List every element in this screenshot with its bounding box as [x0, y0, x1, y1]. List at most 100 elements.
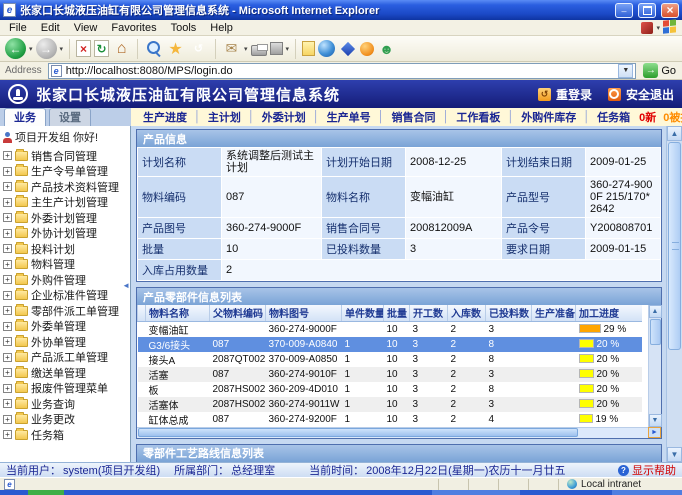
- expand-icon[interactable]: +: [3, 260, 12, 269]
- column-header[interactable]: 外委数: [518, 462, 564, 463]
- close-button[interactable]: [661, 3, 679, 18]
- sidebar-item-6[interactable]: +投料计划: [3, 241, 130, 257]
- sidebar-item-4[interactable]: +外委计划管理: [3, 210, 130, 226]
- page-scroll-thumb[interactable]: [668, 142, 681, 350]
- taskbar-button[interactable]: [432, 490, 520, 495]
- column-header[interactable]: 入库数: [448, 305, 486, 321]
- expand-icon[interactable]: +: [3, 275, 12, 284]
- search-icon[interactable]: [144, 39, 163, 58]
- mail-icon[interactable]: [222, 39, 241, 58]
- sidebar-item-15[interactable]: +报废件管理菜单: [3, 381, 130, 397]
- expand-icon[interactable]: +: [3, 229, 12, 238]
- expand-icon[interactable]: +: [3, 291, 12, 300]
- history-icon[interactable]: [188, 38, 209, 59]
- refresh-icon[interactable]: [94, 40, 109, 57]
- column-header[interactable]: 工序名称: [164, 462, 214, 463]
- sidebar-item-2[interactable]: +产品技术资料管理: [3, 179, 130, 195]
- column-header[interactable]: 开工数: [410, 305, 448, 321]
- column-header[interactable]: 批量: [384, 305, 410, 321]
- start-button[interactable]: [28, 490, 64, 495]
- scroll-right-icon[interactable]: ►: [648, 427, 661, 438]
- chevron-down-icon[interactable]: ▾: [244, 45, 248, 53]
- minimize-button[interactable]: [615, 3, 633, 18]
- sidebar-item-8[interactable]: +外购件管理: [3, 272, 130, 288]
- nav-item-3[interactable]: 生产单号: [327, 109, 371, 125]
- expand-icon[interactable]: +: [3, 213, 12, 222]
- expand-icon[interactable]: +: [3, 384, 12, 393]
- hscroll-thumb[interactable]: [138, 428, 578, 437]
- expand-icon[interactable]: +: [3, 198, 12, 207]
- show-help-link[interactable]: ? 显示帮助: [618, 462, 676, 477]
- scroll-up-icon[interactable]: ▲: [649, 305, 662, 318]
- sidebar-item-10[interactable]: +零部件派工单管理: [3, 303, 130, 319]
- sidebar-item-11[interactable]: +外委单管理: [3, 319, 130, 335]
- menu-file[interactable]: File: [2, 22, 34, 34]
- sidebar-item-1[interactable]: +生产令号单管理: [3, 164, 130, 180]
- bug-icon[interactable]: [360, 42, 374, 56]
- column-header[interactable]: 外协数: [636, 462, 662, 463]
- favorites-icon[interactable]: [166, 39, 185, 58]
- sidebar-item-13[interactable]: +产品派工单管理: [3, 350, 130, 366]
- sidebar-item-16[interactable]: +业务查询: [3, 396, 130, 412]
- sidebar-item-5[interactable]: +外协计划管理: [3, 226, 130, 242]
- sidebar-item-12[interactable]: +外协单管理: [3, 334, 130, 350]
- column-header[interactable]: 自加工开工数: [448, 462, 518, 463]
- scroll-down-icon[interactable]: ▼: [649, 414, 662, 427]
- sidebar-item-18[interactable]: +任务箱: [3, 427, 130, 443]
- parts-horizontal-scrollbar[interactable]: ►: [137, 427, 661, 438]
- menu-help[interactable]: Help: [203, 22, 240, 34]
- address-url[interactable]: http://localhost:8080/MPS/login.do: [66, 65, 615, 77]
- chevron-down-icon[interactable]: ▾: [286, 45, 290, 53]
- column-header[interactable]: 父物料编码: [210, 305, 266, 321]
- tab-settings[interactable]: 设置: [49, 108, 91, 126]
- column-header[interactable]: 已投料数: [486, 305, 532, 321]
- relogin-button[interactable]: 重登录: [538, 86, 592, 103]
- expand-icon[interactable]: +: [3, 353, 12, 362]
- expand-icon[interactable]: +: [3, 399, 12, 408]
- stop-icon[interactable]: [76, 40, 91, 57]
- page-vertical-scrollbar[interactable]: ▲ ▼: [666, 126, 682, 462]
- column-header[interactable]: 序号: [138, 462, 164, 463]
- expand-icon[interactable]: +: [3, 182, 12, 191]
- menu-tools[interactable]: Tools: [164, 22, 204, 34]
- expand-icon[interactable]: +: [3, 151, 12, 160]
- nav-item-1[interactable]: 主计划: [208, 109, 241, 125]
- column-header[interactable]: 加工进度: [576, 305, 642, 321]
- page-scroll-down-icon[interactable]: ▼: [667, 447, 682, 462]
- brand-icon[interactable]: [641, 22, 653, 34]
- home-icon[interactable]: [112, 39, 131, 58]
- chevron-down-icon[interactable]: ▾: [29, 45, 33, 53]
- expand-icon[interactable]: +: [3, 430, 12, 439]
- parts-vertical-scrollbar[interactable]: ▲ ▼: [648, 305, 661, 427]
- table-row[interactable]: 变幅油缸360-274-9000F1032329 %: [138, 321, 642, 337]
- web-icon[interactable]: [318, 40, 335, 57]
- table-row[interactable]: 活塞087360-274-9010F11032320 %: [138, 367, 642, 382]
- menu-view[interactable]: View: [67, 22, 105, 34]
- column-header[interactable]: 物料名称: [146, 305, 210, 321]
- expand-icon[interactable]: +: [3, 322, 12, 331]
- table-row[interactable]: 板2087HS002360-209-4D01011032820 %: [138, 382, 642, 397]
- taskbar-button[interactable]: [612, 490, 682, 495]
- page-scroll-up-icon[interactable]: ▲: [667, 126, 682, 141]
- expand-icon[interactable]: +: [3, 244, 12, 253]
- scroll-thumb[interactable]: [650, 319, 661, 345]
- nav-item-0[interactable]: 生产进度: [143, 109, 187, 125]
- menu-edit[interactable]: Edit: [34, 22, 67, 34]
- sidebar-item-9[interactable]: +企业标准件管理: [3, 288, 130, 304]
- chevron-down-icon[interactable]: ▾: [656, 24, 660, 32]
- print-icon[interactable]: [251, 45, 267, 56]
- taskbar[interactable]: [0, 490, 682, 495]
- sidebar-item-0[interactable]: +销售合同管理: [3, 148, 130, 164]
- sidebar-collapse-icon[interactable]: ◄: [122, 281, 130, 290]
- nav-item-7[interactable]: 任务箱: [597, 109, 630, 125]
- column-header[interactable]: 已完工数: [388, 462, 448, 463]
- column-header[interactable]: 可派工数: [334, 462, 388, 463]
- nav-item-4[interactable]: 销售合同: [392, 109, 436, 125]
- address-dropdown-icon[interactable]: ▼: [618, 64, 633, 78]
- expand-icon[interactable]: +: [3, 306, 12, 315]
- address-input[interactable]: e http://localhost:8080/MPS/login.do ▼: [48, 63, 637, 79]
- logout-button[interactable]: 安全退出: [608, 86, 674, 103]
- back-icon[interactable]: [5, 38, 26, 59]
- go-button[interactable]: → Go: [639, 63, 680, 78]
- note-icon[interactable]: [302, 41, 315, 56]
